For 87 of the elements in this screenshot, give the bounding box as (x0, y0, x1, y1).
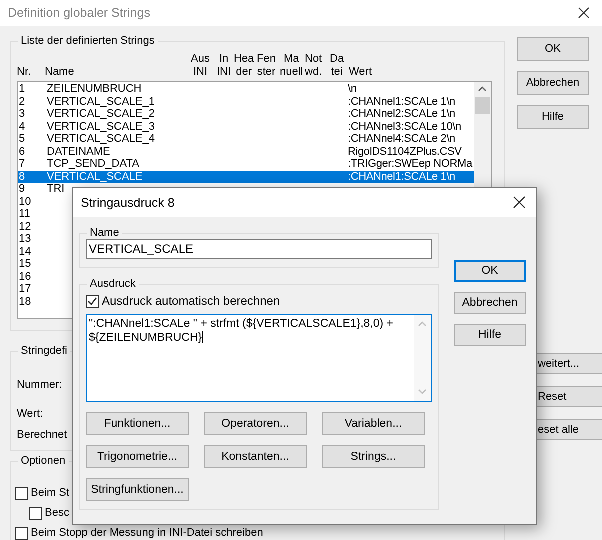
row-name: VERTICAL_SCALE_4 (47, 133, 156, 146)
list-row[interactable]: 1 ZEILENUMBRUCH \n (18, 83, 474, 96)
row-number: 16 (19, 270, 32, 283)
list-row[interactable]: 3 VERTICAL_SCALE_2 :CHANnel2:SCALe 1\n (18, 108, 474, 120)
row-name: ZEILENUMBRUCH (47, 83, 142, 96)
field-label: Wert: (17, 408, 44, 420)
row-number: 8 (19, 170, 26, 183)
row-name: VERTICAL_SCALE_2 (47, 108, 156, 120)
row-name: TCP_SEND_DATA (47, 158, 140, 170)
list-row[interactable]: 6 DATEINAME RigolDS1104ZPlus.CSV (18, 146, 474, 158)
list-row[interactable]: 7 TCP_SEND_DATA :TRIGger:SWEep NORMa (18, 158, 474, 170)
group-title: Optionen (20, 455, 67, 467)
dialog-button[interactable]: Hilfe (517, 105, 589, 129)
row-name: VERTICAL_SCALE_3 (47, 120, 156, 133)
dialog-title: Stringausdruck 8 (81, 196, 175, 210)
close-icon[interactable] (513, 196, 526, 209)
checkbox-label: Beim Stopp der Messung in INI-Datei schreiben (31, 527, 264, 539)
checkbox[interactable] (15, 526, 28, 540)
action-button[interactable]: Reset (535, 386, 602, 407)
checkbox-label: Ausdruck automatisch berechnen (102, 294, 280, 308)
row-name: VERTICAL_SCALE_1 (47, 96, 156, 108)
row-value: :CHANnel4:SCALe 2\n (348, 133, 456, 146)
row-value: :CHANnel3:SCALe 10\n (348, 120, 462, 133)
row-name: TRI (47, 183, 65, 196)
checkbox[interactable] (15, 486, 28, 500)
column-header: Nr. (17, 66, 32, 79)
column-header: Fen ster (257, 53, 276, 79)
dialog-button[interactable]: Abbrechen (454, 292, 526, 314)
list-row[interactable]: 2 VERTICAL_SCALE_1 :CHANnel1:SCALe 1\n (18, 96, 474, 108)
checkbox-label: Beim St (31, 487, 70, 499)
dialog-button[interactable]: OK (517, 37, 589, 61)
dialog-button[interactable]: Abbrechen (517, 71, 589, 95)
field-label: Nummer: (17, 379, 62, 391)
list-row[interactable]: 8 VERTICAL_SCALE :CHANnel1:SCALe 1\n (18, 170, 474, 183)
group-title: Liste der definierten Strings (20, 35, 156, 47)
group-title: Stringdefi (20, 345, 68, 357)
checkbox[interactable] (86, 294, 99, 308)
column-header: Wert (349, 66, 372, 79)
function-button[interactable]: Variablen... (322, 412, 425, 435)
row-number: 11 (19, 208, 30, 220)
group-title: Name (89, 227, 120, 239)
row-number: 1 (19, 83, 26, 96)
row-number: 3 (19, 108, 26, 120)
checkbox-label: Besc (45, 507, 70, 519)
row-number: 6 (19, 146, 26, 158)
row-number: 5 (19, 133, 26, 146)
scroll-thumb[interactable] (475, 97, 490, 114)
column-header: Not wd. (305, 53, 322, 79)
row-number: 15 (19, 258, 32, 270)
row-number: 7 (19, 158, 26, 170)
row-name: VERTICAL_SCALE (47, 170, 143, 183)
window-title: Definition globaler Strings (8, 6, 150, 20)
field-label: Berechnet (17, 429, 68, 441)
function-button[interactable]: Stringfunktionen... (86, 478, 189, 501)
function-button[interactable]: Operatoren... (204, 412, 307, 435)
list-row[interactable]: 5 VERTICAL_SCALE_4 :CHANnel4:SCALe 2\n (18, 133, 474, 146)
row-value: \n (348, 83, 357, 96)
row-value: :TRIGger:SWEep NORMa (348, 158, 472, 170)
dialog-button[interactable]: Hilfe (454, 324, 526, 346)
name-field[interactable]: VERTICAL_SCALE (86, 239, 432, 259)
column-header: Ma nuell (280, 53, 304, 79)
group-title: Ausdruck (89, 278, 137, 290)
row-value: RigolDS1104ZPlus.CSV (348, 146, 462, 158)
dialog-button[interactable]: OK (454, 260, 526, 282)
function-button[interactable]: Funktionen... (86, 412, 189, 435)
column-header: Name (45, 66, 74, 79)
column-header: Aus INI (191, 53, 210, 79)
column-header: Da tei (330, 53, 344, 79)
action-button[interactable]: eset alle (535, 419, 602, 440)
function-button[interactable]: Trigonometrie... (86, 445, 189, 468)
scroll-up-icon[interactable] (478, 86, 487, 92)
function-button[interactable]: Konstanten... (204, 445, 307, 468)
function-button[interactable]: Strings... (322, 445, 425, 468)
close-icon[interactable] (578, 7, 590, 19)
checkbox[interactable] (29, 506, 42, 520)
column-header: Hea der (234, 53, 254, 79)
action-button[interactable]: weitert... (535, 353, 602, 374)
list-row[interactable]: 4 VERTICAL_SCALE_3 :CHANnel3:SCALe 10\n (18, 120, 474, 133)
row-value: :CHANnel1:SCALe 1\n (348, 96, 456, 108)
row-number: 2 (19, 96, 26, 108)
row-number: 13 (19, 233, 32, 246)
row-value: :CHANnel1:SCALe 1\n (348, 170, 456, 183)
row-number: 4 (19, 120, 26, 133)
row-number: 9 (19, 183, 26, 196)
row-value: :CHANnel2:SCALe 1\n (348, 108, 456, 120)
row-name: DATEINAME (47, 146, 110, 158)
column-header: In INI (217, 53, 232, 79)
